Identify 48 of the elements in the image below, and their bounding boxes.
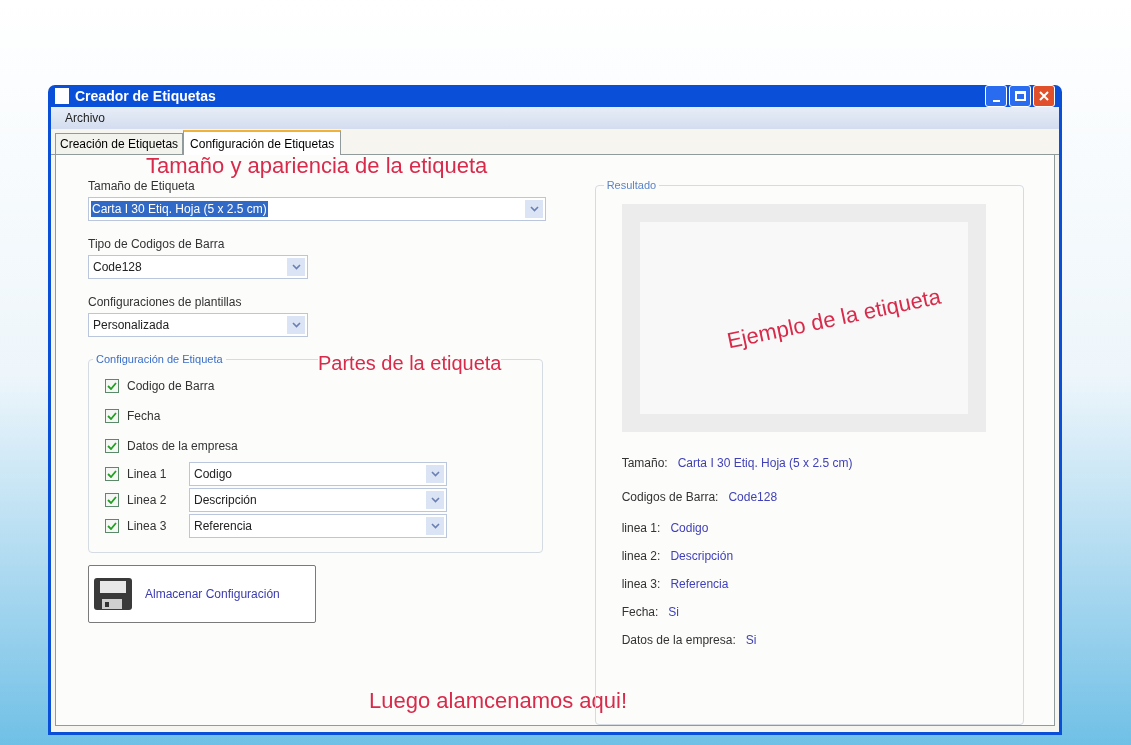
summary-value: Referencia <box>670 576 729 593</box>
summary-value: Code128 <box>728 489 778 506</box>
summary-label: linea 1: <box>621 520 661 537</box>
dropdown[interactable]: Code128 <box>88 255 308 279</box>
annotation-text: Ejemplo de la etiqueta <box>723 282 944 355</box>
summary-label: linea 2: <box>621 548 661 565</box>
summary-label: linea 3: <box>621 576 661 593</box>
save-button[interactable]: Almacenar Configuración <box>88 565 316 623</box>
summary-label: Codigos de Barra: <box>621 489 719 506</box>
field-label: Tipo de Codigos de Barra <box>88 236 226 253</box>
checkbox[interactable] <box>105 379 119 393</box>
summary-value: Codigo <box>670 520 709 537</box>
checkbox-label: Linea 1 <box>127 466 168 483</box>
checkbox[interactable] <box>105 467 119 481</box>
field-label: Tamaño de Etiqueta <box>88 178 196 195</box>
maximize-button[interactable] <box>1009 85 1031 107</box>
checkbox-label: Datos de la empresa <box>127 438 238 455</box>
close-icon <box>1039 91 1049 101</box>
checkbox-label: Linea 2 <box>127 492 168 509</box>
close-button[interactable] <box>1033 85 1055 107</box>
checkbox[interactable] <box>105 493 119 507</box>
checkbox[interactable] <box>105 439 119 453</box>
summary-label: Fecha: <box>621 604 659 621</box>
summary-value: Si <box>668 604 680 621</box>
checkbox-label: Fecha <box>127 408 161 425</box>
summary-value: Si <box>745 632 757 649</box>
tab[interactable]: Configuración de Etiquetas <box>183 130 342 155</box>
dropdown[interactable]: Carta I 30 Etiq. Hoja (5 x 2.5 cm) <box>88 197 546 221</box>
minimize-button[interactable] <box>985 85 1007 107</box>
dropdown[interactable]: Descripción <box>189 488 447 512</box>
summary-value: Carta I 30 Etiq. Hoja (5 x 2.5 cm) <box>677 455 853 472</box>
checkbox[interactable] <box>105 519 119 533</box>
checkbox-label: Linea 3 <box>127 518 168 535</box>
annotation-text: Tamaño y apariencia de la etiqueta <box>146 152 488 180</box>
dropdown[interactable]: Codigo <box>189 462 447 486</box>
summary-value: Descripción <box>670 548 734 565</box>
window-title: Creador de Etiquetas <box>75 86 216 106</box>
menu-item[interactable]: Archivo <box>65 109 105 127</box>
checkbox-label: Codigo de Barra <box>127 378 215 395</box>
dropdown[interactable]: Personalizada <box>88 313 308 337</box>
summary-label: Datos de la empresa: <box>621 632 736 649</box>
annotation-text: Luego alamcenamos aqui! <box>369 687 628 715</box>
app-icon <box>55 88 69 104</box>
tab[interactable]: Creación de Etiquetas <box>55 133 184 154</box>
checkbox[interactable] <box>105 409 119 423</box>
field-label: Configuraciones de plantillas <box>88 294 243 311</box>
summary-label: Tamaño: <box>621 455 668 472</box>
dropdown[interactable]: Referencia <box>189 514 447 538</box>
